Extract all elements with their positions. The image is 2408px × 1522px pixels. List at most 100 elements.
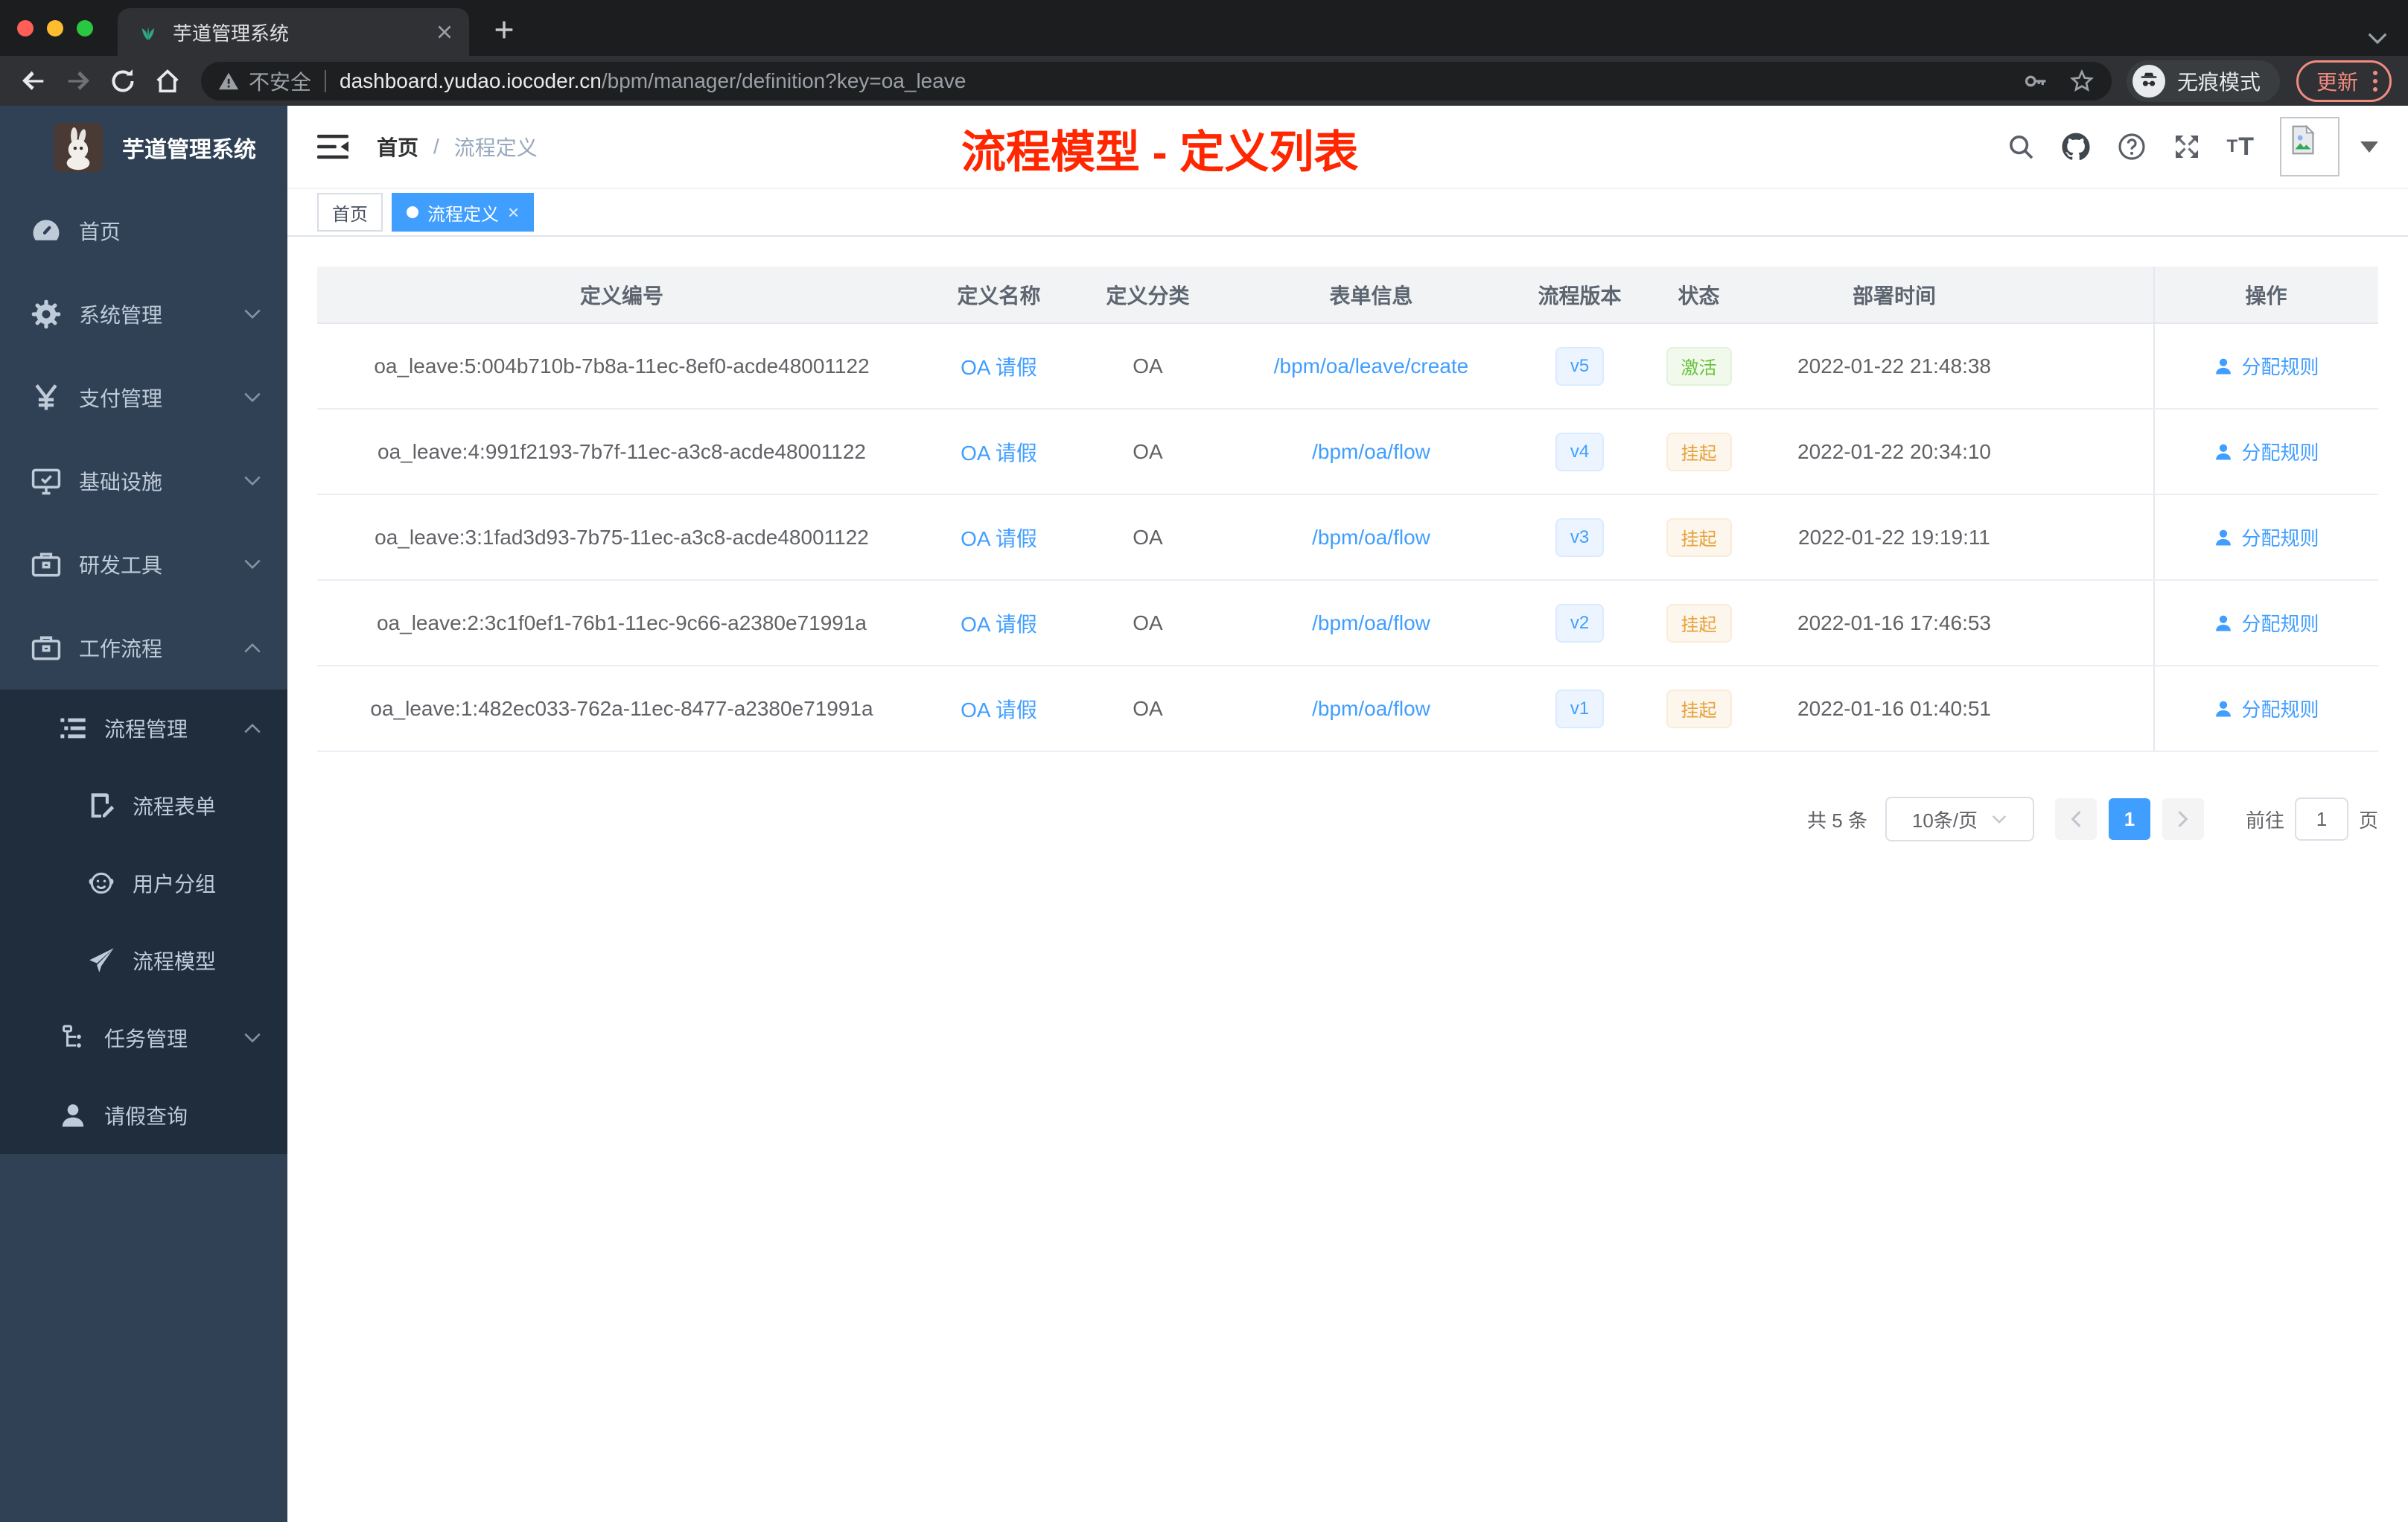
col-definition-name: 定义名称 xyxy=(957,284,1041,308)
security-warning-icon[interactable] xyxy=(217,70,240,92)
table-row: oa_leave:4:991f2193-7b7f-11ec-a3c8-acde4… xyxy=(317,410,2378,495)
sidebar-item-system[interactable]: 系统管理 xyxy=(0,273,287,356)
favicon-plant-icon xyxy=(137,21,159,43)
user-menu-caret-icon[interactable] xyxy=(2360,141,2378,153)
cell-category: OA xyxy=(1133,525,1163,549)
form-link[interactable]: /bpm/oa/flow xyxy=(1312,440,1430,464)
page-size-select[interactable]: 10条/页 xyxy=(1885,797,2034,841)
breadcrumb-home[interactable]: 首页 xyxy=(377,132,418,162)
font-size-icon[interactable]: TT xyxy=(2227,133,2255,162)
goto-page-input[interactable] xyxy=(2294,797,2348,841)
assign-rule-button[interactable]: 分配规则 xyxy=(2213,438,2319,465)
tab-close-icon[interactable] xyxy=(435,22,454,42)
search-icon[interactable] xyxy=(2007,133,2035,161)
security-label[interactable]: 不安全 xyxy=(249,66,311,96)
briefcase-icon xyxy=(30,631,63,664)
table-header-row: 定义编号 定义名称 定义分类 表单信息 流程版本 状态 部署时间 操作 xyxy=(317,267,2378,324)
sidebar-item-process-model[interactable]: 流程模型 xyxy=(0,922,287,999)
prev-page-button[interactable] xyxy=(2054,798,2097,840)
assign-rule-button[interactable]: 分配规则 xyxy=(2213,609,2319,637)
app-logo-avatar xyxy=(54,123,103,172)
sidebar-item-process-form[interactable]: 流程表单 xyxy=(0,767,287,844)
definition-name-link[interactable]: OA 请假 xyxy=(961,437,1037,467)
definition-name-link[interactable]: OA 请假 xyxy=(961,523,1037,553)
tag-home[interactable]: 首页 xyxy=(317,193,383,232)
tag-close-icon[interactable]: × xyxy=(508,203,519,222)
avatar[interactable] xyxy=(2280,117,2339,176)
forward-button[interactable] xyxy=(61,64,95,98)
sidebar-item-dev-tools[interactable]: 研发工具 xyxy=(0,523,287,606)
close-window-button[interactable] xyxy=(17,20,34,36)
version-badge: v3 xyxy=(1555,518,1605,557)
sidebar-toggle-icon[interactable] xyxy=(317,133,348,160)
cell-id: oa_leave:1:482ec033-762a-11ec-8477-a2380… xyxy=(370,696,873,720)
cell-deploy-time: 2022-01-22 19:19:11 xyxy=(1798,525,1990,549)
help-icon[interactable] xyxy=(2117,132,2147,162)
new-tab-button[interactable] xyxy=(491,17,517,42)
bookmark-star-icon[interactable] xyxy=(2068,68,2095,95)
page-number-button[interactable]: 1 xyxy=(2108,798,2150,840)
cell-id: oa_leave:5:004b710b-7b8a-11ec-8ef0-acde4… xyxy=(374,354,870,378)
definition-name-link[interactable]: OA 请假 xyxy=(961,694,1037,724)
table-row: oa_leave:1:482ec033-762a-11ec-8477-a2380… xyxy=(317,666,2378,752)
browser-menu-icon[interactable] xyxy=(2373,70,2377,92)
cell-deploy-time: 2022-01-22 21:48:38 xyxy=(1797,354,1991,378)
version-badge: v5 xyxy=(1555,346,1605,386)
window-controls xyxy=(17,20,93,36)
url-text[interactable]: dashboard.yudao.iocoder.cn/bpm/manager/d… xyxy=(340,69,966,93)
sidebar-item-payment[interactable]: 支付管理 xyxy=(0,356,287,439)
password-key-icon[interactable] xyxy=(2022,68,2049,95)
col-actions: 操作 xyxy=(2153,267,2377,322)
document-edit-icon xyxy=(86,791,116,821)
sidebar-item-infrastructure[interactable]: 基础设施 xyxy=(0,439,287,523)
form-link[interactable]: /bpm/oa/flow xyxy=(1312,697,1430,721)
status-badge: 挂起 xyxy=(1666,432,1732,471)
sidebar-item-task-management[interactable]: 任务管理 xyxy=(0,999,287,1077)
tag-process-definition[interactable]: 流程定义 × xyxy=(392,193,535,232)
reload-button[interactable] xyxy=(106,64,140,98)
assign-rule-button[interactable]: 分配规则 xyxy=(2213,352,2319,380)
assign-rule-button[interactable]: 分配规则 xyxy=(2213,695,2319,722)
back-button[interactable] xyxy=(16,64,51,98)
maximize-window-button[interactable] xyxy=(77,20,93,36)
goto-label: 前往 xyxy=(2245,809,2284,832)
minimize-window-button[interactable] xyxy=(47,20,63,36)
definition-name-link[interactable]: OA 请假 xyxy=(961,608,1037,638)
sidebar: 芋道管理系统 首页 系统管理 支付管理 基础设施 研发工具 工作流程 流程管理 … xyxy=(0,106,287,1522)
next-page-button[interactable] xyxy=(2162,798,2204,840)
github-icon[interactable] xyxy=(2060,131,2092,162)
home-button[interactable] xyxy=(150,64,185,98)
definition-name-link[interactable]: OA 请假 xyxy=(961,351,1037,381)
cell-id: oa_leave:3:1fad3d93-7b75-11ec-a3c8-acde4… xyxy=(375,525,869,549)
sidebar-item-workflow[interactable]: 工作流程 xyxy=(0,606,287,690)
app-logo-row[interactable]: 芋道管理系统 xyxy=(0,106,287,189)
browser-tab[interactable]: 芋道管理系统 xyxy=(118,8,469,56)
assign-rule-button[interactable]: 分配规则 xyxy=(2213,523,2319,551)
page-header: 首页 / 流程定义 流程模型 - 定义列表 T T xyxy=(287,106,2408,188)
col-form-info: 表单信息 xyxy=(1329,284,1413,308)
status-badge: 挂起 xyxy=(1666,518,1732,557)
address-bar[interactable]: 不安全 dashboard.yudao.iocoder.cn/bpm/manag… xyxy=(201,61,2112,101)
definition-table: 定义编号 定义名称 定义分类 表单信息 流程版本 状态 部署时间 操作 oa_l… xyxy=(317,267,2378,752)
table-row: oa_leave:5:004b710b-7b8a-11ec-8ef0-acde4… xyxy=(317,324,2378,410)
form-link[interactable]: /bpm/oa/flow xyxy=(1312,611,1430,635)
fullscreen-icon[interactable] xyxy=(2172,132,2202,162)
annotation-title: 流程模型 - 定义列表 xyxy=(961,127,1359,177)
monitor-check-icon xyxy=(30,465,63,497)
sidebar-item-process-management[interactable]: 流程管理 xyxy=(0,690,287,767)
user-group-icon xyxy=(86,868,116,898)
dashboard-icon xyxy=(30,214,63,247)
header-actions: TT xyxy=(2007,117,2378,176)
sidebar-item-home[interactable]: 首页 xyxy=(0,189,287,273)
incognito-label: 无痕模式 xyxy=(2176,70,2261,94)
form-link[interactable]: /bpm/oa/flow xyxy=(1312,526,1430,550)
form-link[interactable]: /bpm/oa/leave/create xyxy=(1274,354,1469,378)
sidebar-item-leave-query[interactable]: 请假查询 xyxy=(0,1077,287,1154)
version-badge: v2 xyxy=(1555,603,1605,643)
tab-overflow-chevron-icon[interactable] xyxy=(2366,32,2389,45)
toolbox-icon xyxy=(30,548,63,581)
col-definition-category: 定义分类 xyxy=(1106,284,1190,308)
browser-update-button[interactable]: 更新 xyxy=(2296,60,2392,102)
sidebar-menu: 首页 系统管理 支付管理 基础设施 研发工具 工作流程 流程管理 流程表单 用户… xyxy=(0,189,287,1154)
sidebar-item-user-group[interactable]: 用户分组 xyxy=(0,844,287,922)
